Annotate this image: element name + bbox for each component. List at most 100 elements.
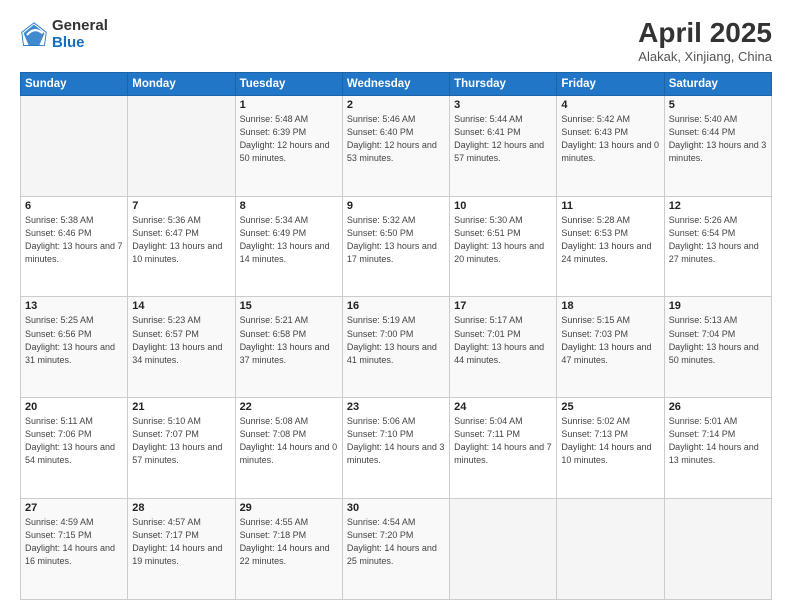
table-row: 20Sunrise: 5:11 AM Sunset: 7:06 PM Dayli… bbox=[21, 398, 128, 499]
table-row: 25Sunrise: 5:02 AM Sunset: 7:13 PM Dayli… bbox=[557, 398, 664, 499]
day-info: Sunrise: 5:08 AM Sunset: 7:08 PM Dayligh… bbox=[240, 415, 338, 467]
logo-text: General Blue bbox=[52, 18, 108, 51]
table-row: 7 Sunrise: 5:36 AM Sunset: 6:47 PM Daylig… bbox=[128, 196, 235, 297]
day-info: Sunrise: 5:28 AM Sunset: 6:53 PM Dayligh… bbox=[561, 214, 659, 266]
table-row: 11 Sunrise: 5:28 AM Sunset: 6:53 PM Dayli… bbox=[557, 196, 664, 297]
day-info: Sunrise: 5:17 AM Sunset: 7:01 PM Dayligh… bbox=[454, 314, 552, 366]
table-row: 8 Sunrise: 5:34 AM Sunset: 6:49 PM Daylig… bbox=[235, 196, 342, 297]
day-number: 5 bbox=[669, 99, 767, 111]
day-number: 14 bbox=[132, 300, 230, 312]
day-number: 8 bbox=[240, 200, 338, 212]
day-number: 18 bbox=[561, 300, 659, 312]
day-info: Sunrise: 5:36 AM Sunset: 6:47 PM Dayligh… bbox=[132, 214, 230, 266]
col-wednesday: Wednesday bbox=[342, 72, 449, 95]
table-row: 5 Sunrise: 5:40 AM Sunset: 6:44 PM Daylig… bbox=[664, 95, 771, 196]
table-row: 23 Sunrise: 5:06 AM Sunset: 7:10 PM Dayli… bbox=[342, 398, 449, 499]
table-row: 18 Sunrise: 5:15 AM Sunset: 7:03 PM Dayli… bbox=[557, 297, 664, 398]
col-friday: Friday bbox=[557, 72, 664, 95]
table-row bbox=[557, 499, 664, 600]
calendar-week-row: 27 Sunrise: 4:59 AM Sunset: 7:15 PM Dayli… bbox=[21, 499, 772, 600]
header: General Blue April 2025 Alakak, Xinjiang… bbox=[20, 18, 772, 64]
main-title: April 2025 bbox=[638, 18, 772, 49]
day-number: 12 bbox=[669, 200, 767, 212]
day-info: Sunrise: 5:30 AM Sunset: 6:51 PM Dayligh… bbox=[454, 214, 552, 266]
day-info: Sunrise: 5:10 AM Sunset: 7:07 PM Dayligh… bbox=[132, 415, 230, 467]
day-number: 4 bbox=[561, 99, 659, 111]
calendar-week-row: 13 Sunrise: 5:25 AM Sunset: 6:56 PM Dayli… bbox=[21, 297, 772, 398]
table-row: 19 Sunrise: 5:13 AM Sunset: 7:04 PM Dayli… bbox=[664, 297, 771, 398]
table-row: 24 Sunrise: 5:04 AM Sunset: 7:11 PM Dayli… bbox=[450, 398, 557, 499]
day-info: Sunrise: 5:46 AM Sunset: 6:40 PM Dayligh… bbox=[347, 113, 445, 165]
table-row: 17 Sunrise: 5:17 AM Sunset: 7:01 PM Dayli… bbox=[450, 297, 557, 398]
day-number: 26 bbox=[669, 401, 767, 413]
day-number: 9 bbox=[347, 200, 445, 212]
day-info: Sunrise: 5:19 AM Sunset: 7:00 PM Dayligh… bbox=[347, 314, 445, 366]
day-info: Sunrise: 5:23 AM Sunset: 6:57 PM Dayligh… bbox=[132, 314, 230, 366]
day-info: Sunrise: 5:21 AM Sunset: 6:58 PM Dayligh… bbox=[240, 314, 338, 366]
day-info: Sunrise: 5:44 AM Sunset: 6:41 PM Dayligh… bbox=[454, 113, 552, 165]
table-row: 12 Sunrise: 5:26 AM Sunset: 6:54 PM Dayli… bbox=[664, 196, 771, 297]
day-number: 1 bbox=[240, 99, 338, 111]
day-number: 11 bbox=[561, 200, 659, 212]
day-info: Sunrise: 5:01 AM Sunset: 7:14 PM Dayligh… bbox=[669, 415, 767, 467]
calendar-week-row: 1 Sunrise: 5:48 AM Sunset: 6:39 PM Daylig… bbox=[21, 95, 772, 196]
day-number: 29 bbox=[240, 502, 338, 514]
table-row: 16 Sunrise: 5:19 AM Sunset: 7:00 PM Dayli… bbox=[342, 297, 449, 398]
day-number: 25 bbox=[561, 401, 659, 413]
calendar-header-row: Sunday Monday Tuesday Wednesday Thursday… bbox=[21, 72, 772, 95]
calendar-week-row: 20Sunrise: 5:11 AM Sunset: 7:06 PM Dayli… bbox=[21, 398, 772, 499]
day-number: 17 bbox=[454, 300, 552, 312]
table-row: 13 Sunrise: 5:25 AM Sunset: 6:56 PM Dayli… bbox=[21, 297, 128, 398]
table-row bbox=[21, 95, 128, 196]
day-info: Sunrise: 5:13 AM Sunset: 7:04 PM Dayligh… bbox=[669, 314, 767, 366]
day-number: 6 bbox=[25, 200, 123, 212]
day-info: Sunrise: 5:15 AM Sunset: 7:03 PM Dayligh… bbox=[561, 314, 659, 366]
day-number: 24 bbox=[454, 401, 552, 413]
table-row: 2 Sunrise: 5:46 AM Sunset: 6:40 PM Daylig… bbox=[342, 95, 449, 196]
table-row: 21Sunrise: 5:10 AM Sunset: 7:07 PM Dayli… bbox=[128, 398, 235, 499]
day-info: Sunrise: 5:04 AM Sunset: 7:11 PM Dayligh… bbox=[454, 415, 552, 467]
col-tuesday: Tuesday bbox=[235, 72, 342, 95]
calendar-week-row: 6 Sunrise: 5:38 AM Sunset: 6:46 PM Daylig… bbox=[21, 196, 772, 297]
day-info: Sunrise: 5:06 AM Sunset: 7:10 PM Dayligh… bbox=[347, 415, 445, 467]
day-number: 22 bbox=[240, 401, 338, 413]
table-row: 30Sunrise: 4:54 AM Sunset: 7:20 PM Dayli… bbox=[342, 499, 449, 600]
table-row: 29Sunrise: 4:55 AM Sunset: 7:18 PM Dayli… bbox=[235, 499, 342, 600]
day-info: Sunrise: 4:57 AM Sunset: 7:17 PM Dayligh… bbox=[132, 516, 230, 568]
day-number: 3 bbox=[454, 99, 552, 111]
day-info: Sunrise: 5:26 AM Sunset: 6:54 PM Dayligh… bbox=[669, 214, 767, 266]
table-row: 22 Sunrise: 5:08 AM Sunset: 7:08 PM Dayli… bbox=[235, 398, 342, 499]
title-block: April 2025 Alakak, Xinjiang, China bbox=[638, 18, 772, 64]
table-row: 15Sunrise: 5:21 AM Sunset: 6:58 PM Dayli… bbox=[235, 297, 342, 398]
day-number: 2 bbox=[347, 99, 445, 111]
logo-blue-text: Blue bbox=[52, 35, 108, 52]
col-monday: Monday bbox=[128, 72, 235, 95]
table-row: 6 Sunrise: 5:38 AM Sunset: 6:46 PM Daylig… bbox=[21, 196, 128, 297]
day-info: Sunrise: 5:32 AM Sunset: 6:50 PM Dayligh… bbox=[347, 214, 445, 266]
day-number: 20 bbox=[25, 401, 123, 413]
day-info: Sunrise: 5:48 AM Sunset: 6:39 PM Dayligh… bbox=[240, 113, 338, 165]
day-number: 23 bbox=[347, 401, 445, 413]
table-row: 26 Sunrise: 5:01 AM Sunset: 7:14 PM Dayli… bbox=[664, 398, 771, 499]
table-row: 10Sunrise: 5:30 AM Sunset: 6:51 PM Dayli… bbox=[450, 196, 557, 297]
table-row bbox=[664, 499, 771, 600]
day-info: Sunrise: 5:38 AM Sunset: 6:46 PM Dayligh… bbox=[25, 214, 123, 266]
day-number: 7 bbox=[132, 200, 230, 212]
day-number: 30 bbox=[347, 502, 445, 514]
day-number: 16 bbox=[347, 300, 445, 312]
day-info: Sunrise: 5:34 AM Sunset: 6:49 PM Dayligh… bbox=[240, 214, 338, 266]
logo: General Blue bbox=[20, 18, 108, 51]
table-row: 27 Sunrise: 4:59 AM Sunset: 7:15 PM Dayli… bbox=[21, 499, 128, 600]
col-thursday: Thursday bbox=[450, 72, 557, 95]
table-row: 1 Sunrise: 5:48 AM Sunset: 6:39 PM Daylig… bbox=[235, 95, 342, 196]
logo-general-text: General bbox=[52, 18, 108, 35]
col-sunday: Sunday bbox=[21, 72, 128, 95]
col-saturday: Saturday bbox=[664, 72, 771, 95]
day-number: 27 bbox=[25, 502, 123, 514]
day-info: Sunrise: 5:25 AM Sunset: 6:56 PM Dayligh… bbox=[25, 314, 123, 366]
day-info: Sunrise: 5:42 AM Sunset: 6:43 PM Dayligh… bbox=[561, 113, 659, 165]
day-number: 19 bbox=[669, 300, 767, 312]
day-info: Sunrise: 5:40 AM Sunset: 6:44 PM Dayligh… bbox=[669, 113, 767, 165]
day-number: 13 bbox=[25, 300, 123, 312]
day-info: Sunrise: 4:59 AM Sunset: 7:15 PM Dayligh… bbox=[25, 516, 123, 568]
